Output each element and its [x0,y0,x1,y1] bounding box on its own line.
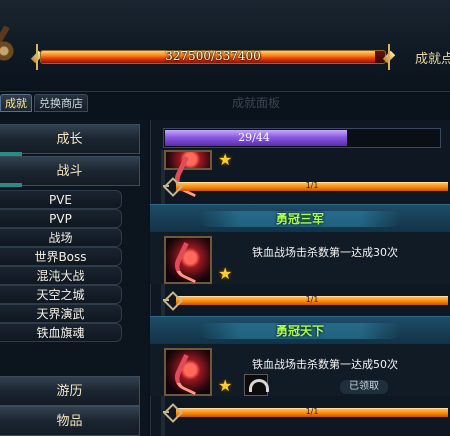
header-bar: 327500/337400 成就点 [0,0,450,92]
subcategory-world-boss[interactable]: 世界Boss [0,247,122,266]
star-icon: ★ [218,150,233,169]
subcategory-iron-banner[interactable]: 铁血旗魂 [0,323,122,342]
medal-icon[interactable] [244,374,269,396]
entry-progress-text: 1/1 [305,295,319,304]
achievement-progress-text: 327500/337400 [165,49,261,63]
tab-exchange-shop[interactable]: 兑换商店 [34,94,88,112]
achievement-progress-bar: 327500/337400 [30,44,396,70]
emblem-icon [0,26,16,76]
claimed-badge: 已领取 [340,380,388,394]
subcategory-battlefield[interactable]: 战场 [0,228,122,247]
achievement-points-label: 成就点 [415,52,450,67]
entry-progress: 1/1 [162,176,450,196]
entry-description: 铁血战场击杀数第一达成50次 [252,358,398,371]
weapon-icon [164,150,212,170]
subcategory-pvp[interactable]: PVP [0,209,122,228]
entry-title: 勇冠三军 [275,212,324,226]
entry-title: 勇冠天下 [275,324,324,338]
tab-achievements[interactable]: 成就 [0,94,32,112]
category-battle[interactable]: 战斗 [0,156,140,186]
star-icon: ★ [218,376,233,395]
category-items[interactable]: 物品 [0,406,140,436]
entry-progress-text: 1/1 [305,181,319,190]
subcategory-chaos-war[interactable]: 混沌大战 [0,266,122,285]
category-growth[interactable]: 成长 [0,124,140,154]
entry-progress: 1/1 [162,290,450,310]
battle-subcategory-list: PVE PVP 战场 世界Boss 混沌大战 天空之城 天界演武 铁血旗魂 [0,190,122,342]
weapon-icon[interactable] [164,236,212,284]
entry-description: 铁血战场击杀数第一达成30次 [252,246,398,259]
category-travel[interactable]: 游历 [0,376,140,406]
subcategory-pve[interactable]: PVE [0,190,122,209]
star-icon: ★ [218,264,233,283]
subcategory-sky-city[interactable]: 天空之城 [0,285,122,304]
subcategory-heaven-martial[interactable]: 天界演武 [0,304,122,323]
tab-bar: 成就 兑换商店 [0,94,90,114]
panel-title: 成就面板 [232,96,281,110]
weapon-icon[interactable] [164,348,212,396]
category-progress-bar: 29/44 [163,128,441,148]
category-progress-text: 29/44 [238,131,270,144]
category-battle-indicator [0,183,22,187]
entry-progress-text: 1/1 [305,407,319,416]
entry-progress: 1/1 [162,402,450,422]
